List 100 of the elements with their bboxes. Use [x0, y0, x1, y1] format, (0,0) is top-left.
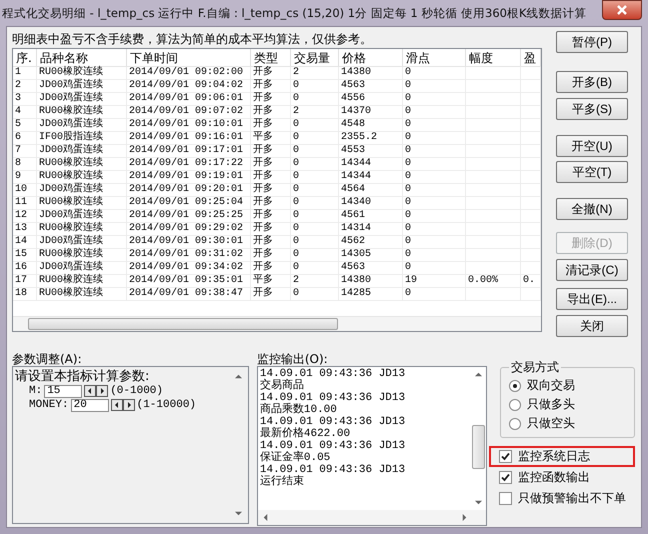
checkbox[interactable] — [498, 492, 512, 505]
table-cell: 13 — [13, 223, 37, 235]
table-cell: 开多 — [251, 223, 291, 235]
radio-icon[interactable] — [508, 418, 521, 430]
table-cell: 0 — [403, 249, 466, 261]
column-header[interactable]: 类型 — [251, 49, 291, 66]
table-cell: 2014/09/01 09:25:25 — [127, 210, 251, 222]
radio-icon[interactable] — [508, 398, 521, 410]
table-cell: 0. — [521, 275, 541, 287]
table-cell: 14285 — [339, 288, 403, 300]
table-cell: RU00橡胶连续 — [37, 249, 127, 261]
table-cell: 19 — [403, 275, 466, 287]
table-cell: 0 — [291, 80, 339, 92]
table-cell: 2014/09/01 09:19:01 — [127, 171, 251, 183]
action-button[interactable]: 全撤(N) — [556, 198, 628, 220]
checkbox[interactable] — [498, 450, 512, 463]
scroll-left-arrow-icon[interactable] — [262, 514, 269, 521]
table-cell: 0 — [403, 262, 466, 274]
action-button[interactable]: 暂停(P) — [556, 31, 628, 53]
table-cell: 2 — [291, 67, 339, 79]
table-cell: 0 — [403, 197, 466, 209]
param-range: (0-1000) — [110, 385, 164, 397]
table-cell: 0 — [291, 145, 339, 157]
column-header[interactable]: 滑点 — [403, 49, 466, 66]
table-cell: 2014/09/01 09:02:00 — [127, 67, 251, 79]
close-button[interactable] — [602, 0, 642, 20]
log-line: 14.09.01 09:43:36 JD13 — [260, 392, 406, 404]
radio-icon[interactable] — [508, 380, 521, 392]
spin-arrows-icon[interactable] — [84, 385, 108, 397]
action-button[interactable]: 开空(U) — [556, 135, 628, 157]
table-cell: 开多 — [251, 67, 291, 79]
table-cell: 7 — [13, 145, 37, 157]
table-cell: 5 — [13, 119, 37, 131]
column-header[interactable]: 交易量 — [291, 49, 339, 66]
table-cell: 开多 — [251, 249, 291, 261]
table-cell: 开多 — [251, 119, 291, 131]
action-button[interactable]: 平空(T) — [556, 161, 628, 183]
table-cell: JD00鸡蛋连续 — [37, 145, 127, 157]
checkbox-option[interactable]: 只做预警输出不下单 — [488, 488, 635, 509]
log-line: 14.09.01 09:43:36 JD13 — [260, 464, 406, 476]
action-button[interactable]: 导出(E)... — [556, 288, 628, 310]
scroll-right-arrow-icon[interactable] — [460, 514, 468, 521]
highlighted-checkbox-option[interactable]: 监控系统日志 — [488, 446, 635, 467]
table-cell: 0 — [403, 184, 466, 196]
params-heading: 请设置本指标计算参数: — [15, 369, 150, 384]
table-cell: RU00橡胶连续 — [37, 171, 127, 183]
column-header[interactable]: 幅度 — [466, 49, 521, 66]
radio-option[interactable]: 双向交易 — [508, 376, 634, 395]
scroll-down-arrow-icon[interactable] — [474, 499, 482, 506]
scrollbar-thumb[interactable] — [472, 424, 485, 468]
table-cell: 开多 — [251, 93, 291, 105]
radio-option[interactable]: 只做多头 — [508, 395, 634, 414]
table-cell: 0 — [291, 210, 339, 222]
action-button[interactable]: 开多(B) — [556, 71, 628, 93]
close-icon — [617, 5, 627, 15]
column-header[interactable]: 品种名称 — [37, 49, 127, 66]
table-cell: 2 — [291, 275, 339, 287]
log-line: 最新价格4622.00 — [260, 428, 352, 440]
monitor-label: 监控输出(O): — [256, 351, 329, 366]
table-cell: 0 — [403, 145, 466, 157]
param-input[interactable]: 15 — [44, 384, 82, 398]
action-button[interactable]: 清记录(C) — [556, 259, 628, 281]
column-header[interactable]: 下单时间 — [127, 49, 251, 66]
table-cell: 11 — [13, 197, 37, 209]
table-cell: 14 — [13, 236, 37, 248]
action-button[interactable]: 关闭 — [556, 315, 628, 337]
checkbox[interactable] — [498, 471, 512, 484]
spin-arrows-icon[interactable] — [110, 399, 135, 411]
table-cell: 开多 — [251, 158, 291, 170]
table-cell: 平多 — [251, 132, 291, 144]
scroll-down-arrow-icon[interactable] — [234, 510, 242, 517]
column-header[interactable]: 盈 — [521, 49, 541, 66]
log-line: 交易商品 — [260, 380, 305, 392]
column-header[interactable]: 价格 — [339, 49, 403, 66]
scroll-up-arrow-icon[interactable] — [474, 371, 482, 378]
table-cell: 2014/09/01 09:30:01 — [127, 236, 251, 248]
table-cell: 0 — [403, 223, 466, 235]
table-cell: 2014/09/01 09:07:02 — [127, 106, 251, 118]
table-cell: 开多 — [251, 80, 291, 92]
table-cell: 4563 — [339, 80, 403, 92]
checkbox-option[interactable]: 监控函数输出 — [488, 467, 635, 488]
table-cell: 10 — [13, 184, 37, 196]
log-line: 14.09.01 09:43:36 JD13 — [260, 368, 406, 380]
table-cell: 0 — [403, 119, 466, 131]
table-cell: 0 — [403, 67, 466, 79]
table-cell: 0 — [291, 119, 339, 131]
table-cell: 18 — [13, 288, 37, 300]
log-line: 14.09.01 09:43:36 JD13 — [260, 416, 406, 428]
table-cell: 0 — [403, 288, 466, 300]
params-label: 参数调整(A): — [12, 351, 83, 366]
notice-text: 明细表中盈亏不含手续费，算法为简单的成本平均算法，仅供参考。 — [12, 31, 373, 48]
window-title: 程式化交易明细 - l_temp_cs 运行中 F.自编 : l_temp_cs (15,20) 1分 固定每 1 秒轮循 使用360根K线数据计算 — [2, 6, 587, 20]
param-range: (1-10000) — [136, 399, 196, 411]
horizontal-scrollbar[interactable] — [13, 316, 541, 331]
scroll-up-arrow-icon[interactable] — [234, 373, 242, 380]
column-header[interactable]: 序. — [13, 49, 37, 66]
radio-option[interactable]: 只做空头 — [508, 414, 634, 433]
table-cell: 0 — [291, 288, 339, 300]
action-button[interactable]: 平多(S) — [556, 98, 628, 120]
param-input[interactable]: 20 — [70, 398, 109, 412]
